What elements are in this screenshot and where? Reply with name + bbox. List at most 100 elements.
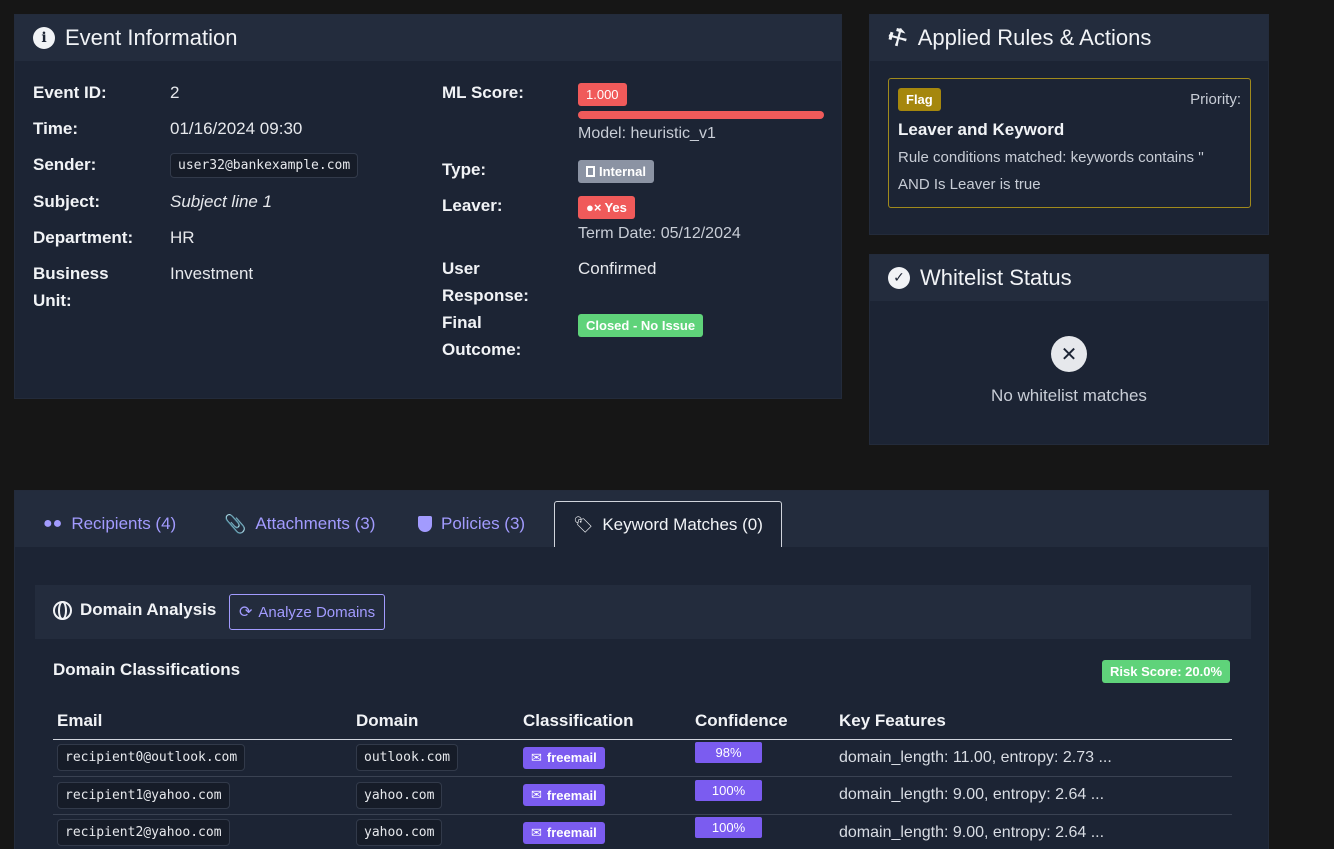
tags-icon: 🏷: [573, 516, 594, 534]
event-id-label: Event ID:: [33, 83, 107, 102]
department-value: HR: [170, 228, 195, 247]
risk-score-badge: Risk Score: 20.0%: [1102, 660, 1231, 683]
type-value: Internal: [599, 164, 646, 179]
classification-badge: ✉ freemail: [523, 821, 605, 844]
applied-rules-title: Applied Rules & Actions: [917, 25, 1152, 50]
domain-cell: outlook.com: [356, 744, 459, 772]
business-unit-value: Investment: [170, 264, 254, 283]
tab-recipients[interactable]: ●● Recipients (4): [25, 501, 194, 547]
domain-cell: yahoo.com: [356, 819, 443, 847]
subject-label: Subject:: [33, 192, 101, 211]
rule-item: Flag Priority: Leaver and Keyword Rule c…: [888, 78, 1251, 208]
globe-icon-meridian: [58, 601, 67, 620]
event-information-title: Event Information: [65, 25, 238, 50]
tab-keyword-matches-label: Keyword Matches (0): [602, 514, 763, 534]
envelope-icon: ✉: [531, 824, 542, 840]
time-value: 01/16/2024 09:30: [170, 119, 303, 138]
x-circle-icon: ✕: [1051, 336, 1087, 372]
analyze-domains-button[interactable]: ⟳ Analyze Domains: [229, 594, 386, 630]
domain-analysis-title: Domain Analysis: [80, 600, 217, 619]
user-response-label-line1: User: [442, 259, 480, 278]
business-unit-label-line2: Unit:: [33, 291, 72, 310]
ml-score-bar-track: [578, 111, 824, 119]
info-icon: i: [33, 27, 55, 49]
time-label: Time:: [33, 119, 79, 138]
business-unit-label-line1: Business: [33, 264, 109, 283]
tab-policies-label: Policies (3): [441, 514, 526, 533]
term-date-text: Term Date: 05/12/2024: [578, 225, 741, 242]
ml-score-label: ML Score:: [442, 83, 524, 102]
final-outcome-label-line2: Outcome:: [442, 340, 522, 359]
tab-bar: ●● Recipients (4) 📎 Attachments (3) Poli…: [15, 491, 1268, 547]
type-label: Type:: [442, 160, 487, 179]
column-header-classification: Classification: [519, 703, 691, 740]
confidence-bar: 100%: [695, 817, 762, 839]
column-header-confidence: Confidence: [691, 703, 835, 740]
shield-icon: [418, 516, 432, 532]
confidence-bar: 100%: [695, 779, 762, 801]
email-cell: recipient0@outlook.com: [57, 744, 246, 772]
rule-name: Leaver and Keyword: [898, 120, 1065, 139]
tab-policies[interactable]: Policies (3): [400, 501, 543, 547]
tab-keyword-matches[interactable]: 🏷 Keyword Matches (0): [554, 501, 782, 547]
tab-attachments-label: Attachments (3): [255, 514, 376, 533]
user-response-value: Confirmed: [578, 259, 657, 278]
paperclip-icon: 📎: [224, 513, 247, 534]
refresh-icon: ⟳: [239, 604, 253, 621]
whitelist-status-title: Whitelist Status: [920, 265, 1072, 290]
domain-cell: yahoo.com: [356, 781, 443, 809]
rule-priority-label: Priority:: [1190, 91, 1241, 108]
event-information-header: i Event Information: [15, 15, 841, 61]
table-row: recipient2@yahoo.com yahoo.com ✉ freemail…: [53, 814, 1232, 849]
column-header-domain: Domain: [352, 703, 519, 740]
analyze-domains-label: Analyze Domains: [258, 603, 376, 621]
table-header-row: Email Domain Classification Confidence K…: [53, 703, 1232, 740]
tab-attachments[interactable]: 📎 Attachments (3): [206, 501, 393, 547]
classification-badge: ✉ freemail: [523, 746, 605, 769]
check-circle-icon: ✓: [888, 267, 910, 289]
applied-rules-header: ⚒ Applied Rules & Actions: [870, 15, 1268, 61]
classification-label: freemail: [546, 787, 597, 803]
leaver-badge: ●× Yes: [578, 196, 635, 219]
leaver-value: Yes: [604, 200, 627, 215]
domain-classifications-table: Email Domain Classification Confidence K…: [53, 703, 1232, 849]
column-header-email: Email: [53, 703, 352, 740]
subject-value: Subject line 1: [170, 192, 273, 211]
ml-score-bar-fill: [578, 111, 824, 119]
confidence-bar: 98%: [695, 742, 762, 764]
domain-classifications-title: Domain Classifications: [53, 660, 241, 679]
building-icon: [586, 166, 595, 177]
final-outcome-badge: Closed - No Issue: [578, 314, 704, 337]
column-header-key-features: Key Features: [835, 703, 1232, 740]
department-label: Department:: [33, 228, 134, 247]
envelope-icon: ✉: [531, 749, 542, 765]
users-icon: ●●: [43, 515, 63, 532]
rule-description-line1: Rule conditions matched: keywords contai…: [898, 149, 1204, 166]
event-information-card: i Event Information Event ID: 2 Time: 01…: [14, 14, 842, 399]
rule-action-badge: Flag: [898, 88, 941, 111]
email-cell: recipient2@yahoo.com: [57, 819, 230, 847]
type-badge: Internal: [578, 160, 654, 183]
whitelist-status-header: ✓ Whitelist Status: [870, 255, 1268, 301]
whitelist-empty-text: No whitelist matches: [991, 386, 1147, 405]
model-text: Model: heuristic_v1: [578, 125, 716, 142]
ml-score-badge: 1.000: [578, 83, 627, 106]
sender-value: user32@bankexample.com: [170, 153, 359, 178]
table-row: recipient1@yahoo.com yahoo.com ✉ freemail…: [53, 776, 1232, 815]
final-outcome-label-line1: Final: [442, 313, 482, 332]
email-cell: recipient1@yahoo.com: [57, 781, 230, 809]
applied-rules-card: ⚒ Applied Rules & Actions Flag Priority:…: [869, 14, 1269, 235]
classification-label: freemail: [546, 750, 597, 766]
key-features-cell: domain_length: 9.00, entropy: 2.64 ...: [835, 776, 1232, 815]
user-response-label-line2: Response:: [442, 286, 529, 305]
details-tabs-card: ●● Recipients (4) 📎 Attachments (3) Poli…: [14, 490, 1269, 849]
classification-label: freemail: [546, 825, 597, 841]
whitelist-status-card: ✓ Whitelist Status ✕ No whitelist matche…: [869, 254, 1269, 445]
classification-badge: ✉ freemail: [523, 784, 605, 807]
rule-description-line2: AND Is Leaver is true: [898, 176, 1041, 193]
leaver-label: Leaver:: [442, 196, 503, 215]
domain-analysis-bar: Domain Analysis ⟳ Analyze Domains: [35, 585, 1251, 639]
key-features-cell: domain_length: 11.00, entropy: 2.73 ...: [835, 739, 1232, 777]
gavel-icon: ⚒: [882, 21, 913, 54]
user-x-icon: ●×: [586, 200, 602, 215]
